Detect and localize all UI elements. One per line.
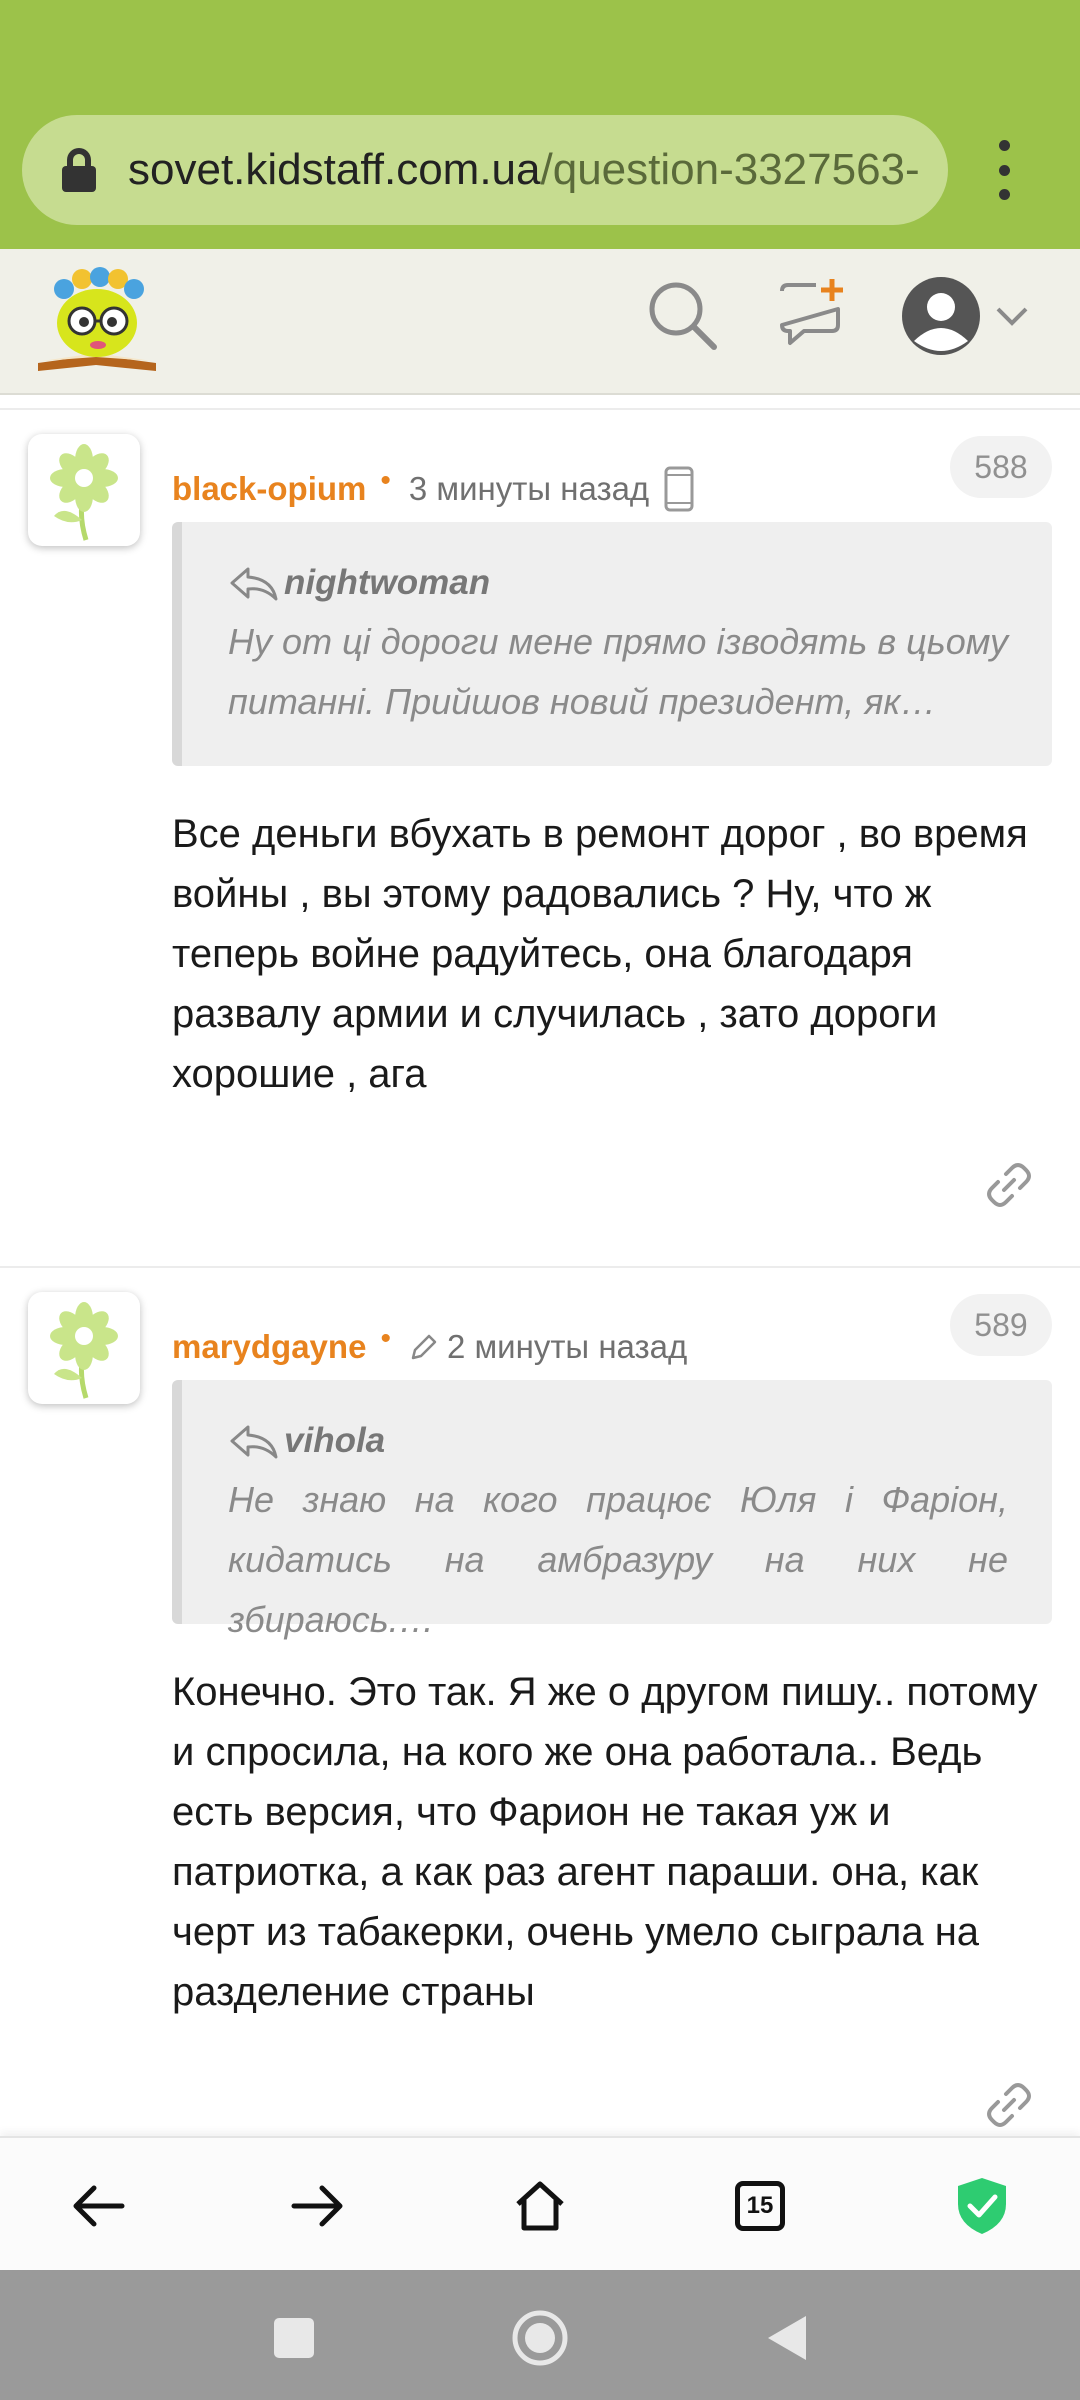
- tabs-button[interactable]: 15: [720, 2166, 800, 2246]
- tab-count: 15: [735, 2181, 785, 2231]
- forward-button[interactable]: [278, 2166, 358, 2246]
- back-nav-button[interactable]: [748, 2300, 824, 2376]
- quote-text: Не знаю на кого працює Юля і Фаріон, кид…: [228, 1479, 1008, 1640]
- square-icon: [274, 2318, 314, 2358]
- home-button[interactable]: [500, 2166, 580, 2246]
- quote-author[interactable]: nightwoman: [284, 563, 490, 603]
- avatar-icon[interactable]: [900, 275, 982, 357]
- security-shield-button[interactable]: [942, 2166, 1022, 2246]
- timestamp: 2 минуты назад: [446, 1328, 688, 1365]
- comment-body: Все деньги вбухать в ремонт дорог , во в…: [172, 812, 1028, 1096]
- quote-author[interactable]: vihola: [284, 1421, 385, 1461]
- author-name[interactable]: marydgayne: [172, 1328, 366, 1366]
- add-comment-icon[interactable]: [778, 279, 848, 349]
- link-icon[interactable]: [984, 1160, 1034, 1210]
- circle-home-icon: [512, 2310, 568, 2366]
- quote-block[interactable]: nightwoman Ну от ці дороги мене прямо із…: [172, 522, 1052, 766]
- chevron-down-icon[interactable]: [994, 305, 1030, 329]
- system-navigation-bar: [0, 2270, 1080, 2400]
- browser-toolbar: sovet.kidstaff.com.ua/question-3327563-: [0, 0, 1080, 249]
- timestamp: 3 минуты назад: [408, 470, 650, 507]
- browser-bottom-bar: 15: [0, 2136, 1080, 2270]
- comment-589: marydgayne • 2 минуты назад 589 vihola Н…: [0, 1292, 1080, 2136]
- arrow-left-icon: [73, 2185, 125, 2227]
- back-button[interactable]: [58, 2166, 138, 2246]
- browser-menu-icon[interactable]: [994, 140, 1014, 200]
- home-nav-button[interactable]: [502, 2300, 578, 2376]
- lock-icon: [60, 148, 98, 192]
- comment-meta: marydgayne • 2 минуты назад: [172, 1322, 687, 1372]
- kidstaff-logo-icon[interactable]: [34, 265, 160, 377]
- online-dot: •: [380, 1322, 391, 1355]
- quote-text: Ну от ці дороги мене прямо ізводять в ць…: [228, 621, 1008, 722]
- reply-arrow-icon: [230, 1425, 278, 1459]
- triangle-back-icon: [768, 2316, 806, 2360]
- author-name[interactable]: black-opium: [172, 470, 366, 508]
- home-icon: [516, 2181, 564, 2231]
- address-bar[interactable]: sovet.kidstaff.com.ua/question-3327563-: [22, 115, 948, 225]
- online-dot: •: [380, 464, 391, 497]
- reply-arrow-icon: [230, 567, 278, 601]
- mobile-phone-icon: [664, 466, 694, 512]
- url-host: sovet.kidstaff.com.ua: [128, 145, 541, 194]
- pencil-icon: [411, 1334, 437, 1360]
- url-path: /question-3327563-: [540, 145, 920, 194]
- quote-block[interactable]: vihola Не знаю на кого працює Юля і Фарі…: [172, 1380, 1052, 1640]
- url-text[interactable]: sovet.kidstaff.com.ua/question-3327563-: [128, 145, 920, 195]
- recents-button[interactable]: [256, 2300, 332, 2376]
- quote-author-row: nightwoman: [228, 558, 1008, 608]
- search-icon[interactable]: [644, 277, 720, 353]
- comment-body: Конечно. Это так. Я же о другом пишу.. п…: [172, 1670, 1038, 2014]
- quote-author-row: vihola: [228, 1416, 1008, 1466]
- comment-number[interactable]: 589: [950, 1294, 1052, 1356]
- shield-check-icon: [958, 2178, 1006, 2234]
- comment-588: black-opium • 3 минуты назад 588 nightwo…: [0, 434, 1080, 1264]
- comment-number[interactable]: 588: [950, 436, 1052, 498]
- avatar[interactable]: [28, 1292, 140, 1404]
- avatar[interactable]: [28, 434, 140, 546]
- link-icon[interactable]: [984, 2080, 1034, 2130]
- arrow-right-icon: [291, 2185, 343, 2227]
- comment-meta: black-opium • 3 минуты назад: [172, 464, 695, 514]
- site-header: [0, 249, 1080, 395]
- flower-icon: [50, 1302, 118, 1399]
- flower-icon: [50, 444, 118, 541]
